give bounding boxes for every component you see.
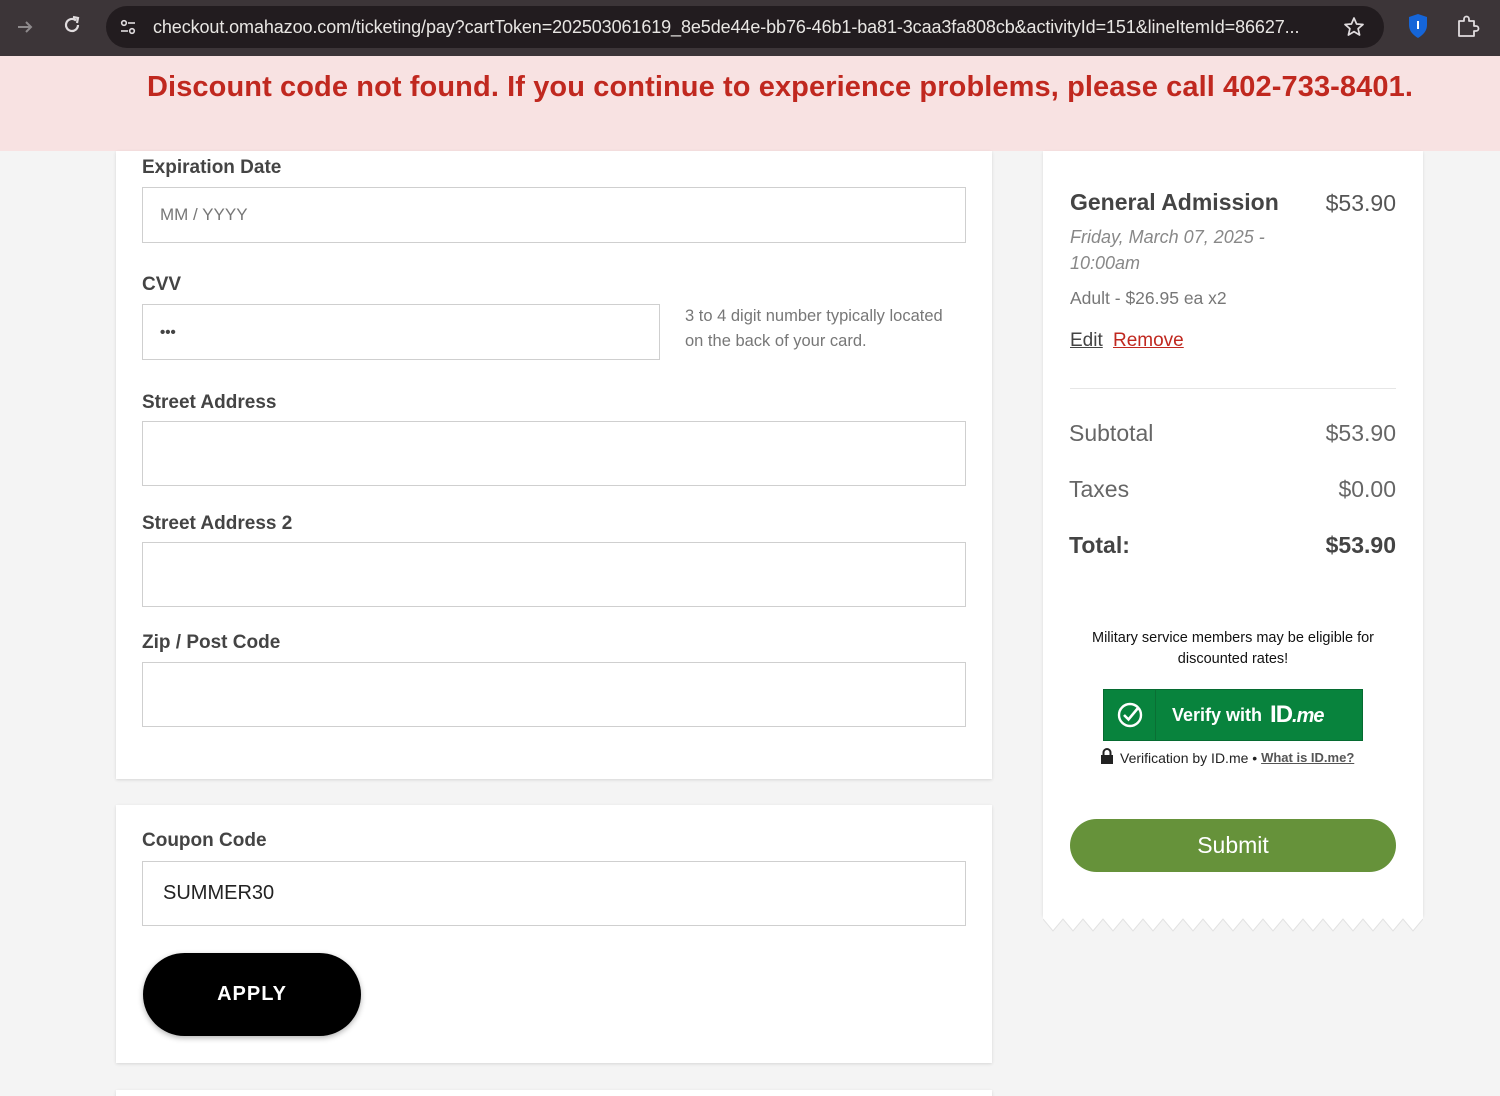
address-bar[interactable]: checkout.omahazoo.com/ticketing/pay?cart… bbox=[106, 6, 1384, 48]
subtotal-label: Subtotal bbox=[1069, 420, 1154, 446]
coupon-code-value: SUMMER30 bbox=[163, 882, 275, 904]
site-info-icon[interactable] bbox=[116, 15, 140, 39]
taxes-label: Taxes bbox=[1069, 476, 1130, 502]
military-discount-text: Military service members may be eligible… bbox=[1091, 630, 1375, 667]
remove-item-link[interactable]: Remove bbox=[1113, 330, 1184, 352]
cvv-label: CVV bbox=[142, 274, 182, 295]
expiration-date-label: Expiration Date bbox=[142, 157, 282, 178]
receipt-zigzag-edge bbox=[1043, 913, 1423, 932]
forward-icon[interactable] bbox=[12, 14, 38, 40]
extensions-puzzle-icon[interactable] bbox=[1454, 13, 1480, 39]
ticket-item-date: Friday, March 07, 2025 - 10:00am bbox=[1070, 227, 1265, 273]
browser-toolbar: checkout.omahazoo.com/ticketing/pay?cart… bbox=[0, 0, 1500, 56]
bookmark-star-icon[interactable] bbox=[1342, 15, 1366, 39]
what-is-idme-link[interactable]: What is ID.me? bbox=[1261, 750, 1354, 765]
password-manager-shield-icon[interactable] bbox=[1406, 12, 1430, 40]
apply-coupon-button[interactable]: APPLY bbox=[143, 953, 361, 1036]
cvv-value: ••• bbox=[160, 323, 176, 341]
total-value: $53.90 bbox=[1325, 532, 1396, 558]
edit-item-link[interactable]: Edit bbox=[1070, 330, 1103, 352]
idme-logo-suffix: .me bbox=[1292, 705, 1324, 727]
verify-with-idme-button[interactable]: Verify with ID.me bbox=[1103, 689, 1363, 741]
cvv-input[interactable]: ••• bbox=[142, 304, 660, 360]
idme-logo-main: ID bbox=[1270, 701, 1293, 728]
taxes-value: $0.00 bbox=[1338, 476, 1396, 502]
url-text[interactable]: checkout.omahazoo.com/ticketing/pay?cart… bbox=[153, 6, 1333, 48]
reload-icon[interactable] bbox=[59, 12, 85, 38]
idme-note-text: Verification by ID.me • bbox=[1120, 749, 1258, 766]
coupon-code-label: Coupon Code bbox=[142, 830, 267, 851]
error-message: Discount code not found. If you continue… bbox=[147, 71, 1413, 103]
zip-code-input[interactable] bbox=[142, 662, 966, 727]
cvv-help-text: 3 to 4 digit number typically located on… bbox=[685, 307, 943, 350]
total-label: Total: bbox=[1069, 532, 1130, 558]
subtotal-value: $53.90 bbox=[1325, 420, 1396, 446]
check-circle-icon bbox=[1104, 690, 1156, 740]
street-address-2-input[interactable] bbox=[142, 542, 966, 607]
expiration-date-placeholder: MM / YYYY bbox=[160, 205, 248, 224]
street-address-label: Street Address bbox=[142, 392, 277, 413]
ticket-item-quantity: Adult - $26.95 ea x2 bbox=[1070, 288, 1227, 308]
ticket-item-price: $53.90 bbox=[1325, 190, 1396, 216]
street-address-input[interactable] bbox=[142, 421, 966, 486]
coupon-code-input[interactable]: SUMMER30 bbox=[142, 861, 966, 926]
error-banner: Discount code not found. If you continue… bbox=[0, 56, 1500, 151]
idme-logo: ID.me bbox=[1270, 701, 1324, 729]
idme-verification-note: Verification by ID.me • What is ID.me? bbox=[1100, 748, 1354, 767]
verify-with-text: Verify with bbox=[1172, 704, 1263, 725]
street-address-2-label: Street Address 2 bbox=[142, 513, 293, 534]
submit-button[interactable]: Submit bbox=[1070, 819, 1396, 872]
zip-code-label: Zip / Post Code bbox=[142, 632, 281, 653]
expiration-date-input[interactable]: MM / YYYY bbox=[142, 187, 966, 243]
ticket-item-title: General Admission bbox=[1070, 189, 1279, 215]
summary-divider bbox=[1070, 388, 1396, 389]
next-card-edge bbox=[116, 1090, 992, 1096]
lock-icon bbox=[1100, 748, 1114, 767]
